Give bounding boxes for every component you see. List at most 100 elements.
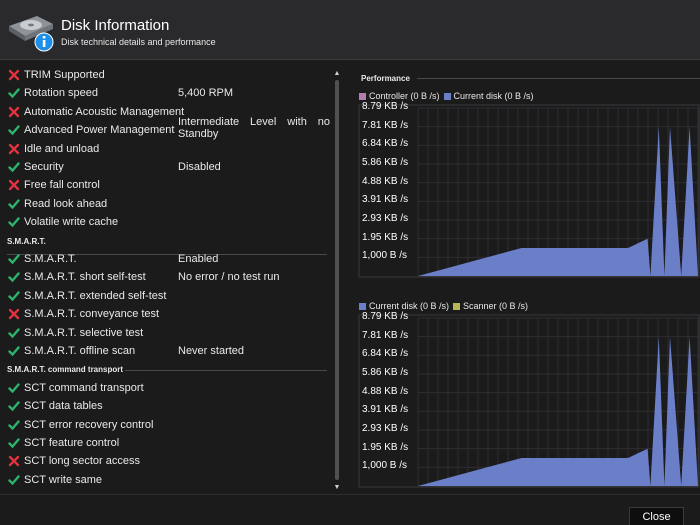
feature-row: SCT data tables — [0, 398, 330, 416]
legend-item: Current disk (0 B /s) — [443, 91, 534, 101]
check-icon — [8, 272, 20, 283]
feature-value-line1: Intermediate Level with no — [178, 116, 330, 129]
legend-item: Scanner (0 B /s) — [453, 301, 528, 311]
scroll-up-icon[interactable]: ▲ — [333, 70, 341, 78]
feature-row: SCT write same — [0, 472, 330, 490]
feature-row: SCT feature control — [0, 435, 330, 453]
feature-row: Idle and unload — [0, 141, 330, 159]
feature-row: Rotation speed 5,400 RPM — [0, 85, 330, 103]
feature-row: S.M.A.R.T. Enabled — [0, 251, 330, 269]
check-icon — [8, 419, 20, 430]
feature-name: Read look ahead — [24, 197, 108, 210]
feature-name: S.M.A.R.T. — [24, 253, 77, 265]
legend-swatch — [453, 303, 461, 310]
feature-row: Advanced Power Management Intermediate Le… — [0, 116, 330, 141]
feature-row: S.M.A.R.T. conveyance test — [0, 306, 330, 324]
feature-value: Never started — [178, 345, 245, 357]
y-tick-label: 3.91 KB /s — [362, 404, 409, 416]
feature-row: Read look ahead — [0, 196, 330, 214]
feature-name: S.M.A.R.T. conveyance test — [24, 308, 160, 321]
legend-label: Current disk (0 B /s) — [453, 91, 534, 101]
feature-row: S.M.A.R.T. extended self-test — [0, 288, 330, 306]
scroll-thumb[interactable] — [335, 80, 339, 480]
check-icon — [8, 475, 20, 486]
chart-svg — [358, 314, 700, 488]
feature-name: S.M.A.R.T. extended self-test — [24, 289, 167, 302]
y-tick-label: 7.81 KB /s — [362, 119, 409, 131]
check-icon — [8, 327, 20, 338]
cross-icon — [8, 69, 20, 81]
page-subtitle: Disk technical details and performance — [61, 37, 216, 47]
feature-row: Volatile write cache — [0, 214, 330, 232]
feature-row: TRIM Supported — [0, 67, 330, 85]
close-button[interactable]: Close — [629, 507, 684, 525]
cross-icon — [8, 180, 20, 191]
feature-name: Volatile write cache — [24, 216, 119, 229]
feature-name: SCT error recovery control — [24, 418, 154, 431]
section-header: S.M.A.R.T. command transport — [7, 365, 327, 379]
feature-value-line2: Standby — [178, 128, 219, 141]
list-scrollbar[interactable]: ▲ ▼ — [331, 66, 342, 494]
legend-item: Current disk (0 B /s) — [359, 301, 449, 311]
feature-value: Disabled — [178, 161, 221, 173]
scroll-down-icon[interactable]: ▼ — [333, 484, 341, 492]
feature-name: Rotation speed — [24, 87, 98, 100]
feature-row: SCT long sector access — [0, 453, 330, 471]
feature-value: Enabled — [178, 253, 219, 265]
y-tick-label: 1,000 B /s — [362, 250, 408, 262]
check-icon — [8, 383, 20, 394]
feature-row: S.M.A.R.T. selective test — [0, 325, 330, 343]
disk-info-icon — [9, 16, 54, 52]
page-title: Disk Information — [61, 17, 170, 34]
feature-value: No error / no test run — [178, 271, 280, 284]
feature-name: SCT feature control — [24, 437, 120, 449]
y-tick-label: 6.84 KB /s — [362, 138, 409, 150]
section-title: S.M.A.R.T. command transport — [7, 365, 124, 375]
check-icon — [8, 438, 20, 449]
y-tick-label: 4.88 KB /s — [362, 175, 409, 187]
feature-name: Automatic Acoustic Management — [24, 105, 185, 118]
performance-title: Performance — [361, 74, 410, 83]
y-tick-label: 5.86 KB /s — [362, 367, 409, 378]
y-tick-label: 3.91 KB /s — [362, 194, 409, 206]
y-tick-label: 5.86 KB /s — [362, 157, 409, 168]
check-icon — [8, 88, 20, 99]
footer: Close — [0, 494, 700, 525]
feature-name: S.M.A.R.T. selective test — [24, 326, 144, 339]
chart-svg — [358, 104, 700, 278]
feature-name: SCT command transport — [24, 381, 144, 394]
feature-row: Security Disabled — [0, 159, 330, 177]
feature-name: SCT data tables — [24, 400, 103, 413]
y-tick-label: 7.81 KB /s — [362, 329, 409, 341]
cross-icon — [8, 456, 20, 467]
feature-name: SCT long sector access — [24, 455, 140, 468]
feature-name: SCT write same — [24, 473, 103, 486]
divider — [125, 370, 327, 372]
y-tick-label: 6.84 KB /s — [362, 348, 409, 360]
feature-name: Advanced Power Management — [24, 124, 175, 137]
feature-name: S.M.A.R.T. short self-test — [24, 271, 146, 284]
feature-name: TRIM Supported — [24, 69, 105, 81]
y-tick-label: 4.88 KB /s — [362, 385, 409, 397]
chart2: 8.79 KB /s 7.81 KB /s 6.84 KB /s 5.86 KB /s… — [358, 311, 700, 488]
feature-row: S.M.A.R.T. offline scan Never started — [0, 343, 330, 361]
legend-swatch — [359, 93, 366, 100]
legend-label: Controller (0 B /s) — [369, 91, 440, 101]
legend-label: Scanner (0 B /s) — [463, 301, 529, 311]
check-icon — [8, 199, 20, 210]
y-tick-label: 1.95 KB /s — [362, 441, 409, 453]
chart1: 8.79 KB /s 7.81 KB /s 6.84 KB /s 5.86 KB /s… — [358, 101, 700, 278]
feature-row: S.M.A.R.T. short self-test No error / no … — [0, 269, 330, 287]
y-tick-label: 2.93 KB /s — [362, 213, 409, 224]
feature-name: Security — [24, 161, 64, 173]
check-icon — [8, 401, 20, 412]
legend-swatch — [359, 303, 366, 310]
legend-swatch — [443, 93, 451, 100]
feature-name: S.M.A.R.T. offline scan — [24, 345, 136, 357]
section-title: S.M.A.R.T. — [7, 236, 46, 246]
header: Disk Information Disk technical details … — [0, 0, 700, 60]
legend-item: Controller (0 B /s) — [359, 91, 440, 101]
check-icon — [8, 254, 20, 265]
legend-label: Current disk (0 B /s) — [369, 301, 450, 311]
section-header: S.M.A.R.T. — [7, 236, 327, 255]
